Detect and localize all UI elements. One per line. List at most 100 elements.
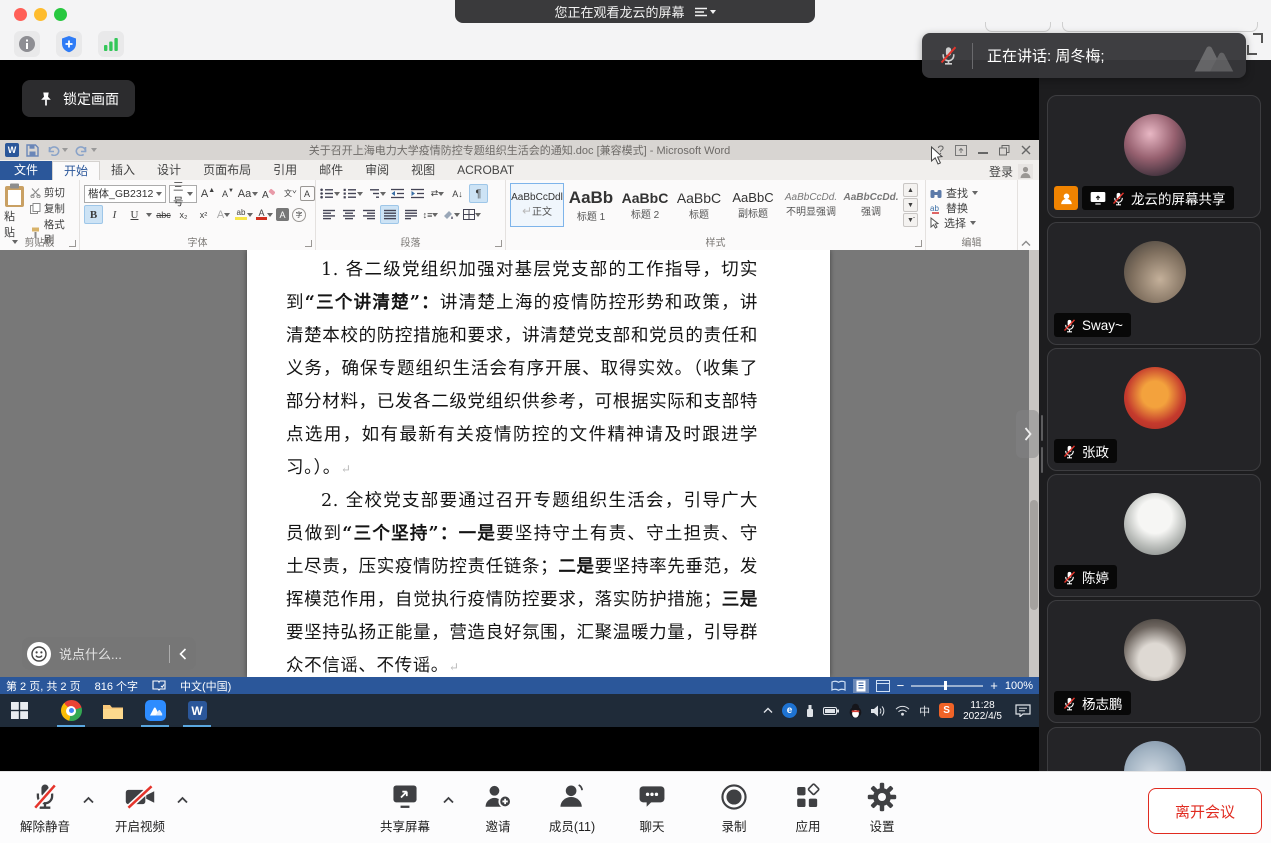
superscript-button[interactable]: x² (195, 206, 212, 223)
participant-tile[interactable]: Sway~ (1047, 222, 1261, 345)
subscript-button[interactable]: x₂ (175, 206, 192, 223)
redo-icon[interactable] (75, 144, 97, 156)
zoom-out-button[interactable]: − (897, 678, 905, 693)
z oom-slider-thumb[interactable] (944, 681, 947, 690)
network-quality-button[interactable] (98, 31, 124, 57)
read-mode-button[interactable] (831, 680, 846, 692)
style-subtle-emphasis[interactable]: AaBbCcDd.不明显强调 (780, 183, 842, 227)
style-heading1[interactable]: AaBb标题 1 (564, 183, 618, 227)
style-title[interactable]: AaBbC标题 (672, 183, 726, 227)
collapse-chat-icon[interactable] (170, 648, 196, 660)
tray-usb-icon[interactable] (806, 704, 814, 718)
character-border-button[interactable]: A (300, 186, 315, 201)
highlight-color-button[interactable]: ab (235, 206, 253, 223)
expand-panel-icon[interactable] (1247, 33, 1263, 55)
restore-button[interactable] (999, 145, 1010, 156)
vertical-scrollbar[interactable] (1029, 250, 1039, 677)
tab-page-layout[interactable]: 页面布局 (192, 161, 262, 180)
undo-icon[interactable] (46, 144, 68, 156)
start-video-button[interactable]: 开启视频 (102, 781, 178, 835)
tray-expand-icon[interactable] (763, 707, 773, 714)
emoji-button[interactable] (27, 642, 51, 666)
bold-button[interactable]: B (84, 205, 103, 224)
tab-insert[interactable]: 插入 (100, 161, 146, 180)
tray-qq-icon[interactable] (849, 703, 862, 718)
change-case-button[interactable]: Aa (240, 185, 257, 202)
font-name-select[interactable]: 楷体_GB2312 (84, 185, 166, 203)
tray-battery-icon[interactable] (823, 706, 840, 716)
security-shield-button[interactable] (56, 31, 82, 57)
enclose-characters-button[interactable]: 字 (292, 208, 306, 222)
tray-speaker-icon[interactable] (871, 705, 886, 717)
ribbon-display-options-button[interactable] (955, 145, 967, 156)
panel-toggle-tab[interactable] (1016, 410, 1039, 458)
tab-home[interactable]: 开始 (52, 161, 100, 180)
strikethrough-button[interactable]: abc (155, 206, 172, 223)
leave-meeting-button[interactable]: 离开会议 (1148, 788, 1262, 834)
minimize-button[interactable] (978, 152, 988, 154)
styles-scroll-up-button[interactable]: ▲ (903, 183, 918, 197)
phonetic-guide-button[interactable]: 文̌ (280, 185, 297, 202)
align-left-button[interactable] (320, 206, 337, 223)
style-subtitle[interactable]: AaBbC副标题 (726, 183, 780, 227)
watching-screen-banner[interactable]: 您正在观看龙云的屏幕 (455, 0, 815, 23)
lock-view-button[interactable]: 锁定画面 (22, 80, 135, 117)
asian-layout-button[interactable]: ⇄ (429, 185, 446, 202)
find-button[interactable]: 查找 (930, 185, 1013, 200)
taskbar-meeting-icon[interactable] (136, 694, 174, 727)
taskbar-chrome-icon[interactable] (52, 694, 90, 727)
taskbar-word-icon[interactable]: W (178, 694, 216, 727)
tab-file[interactable]: 文件 (0, 161, 52, 180)
members-button[interactable]: 成员(11) (534, 781, 610, 835)
tray-eset-icon[interactable]: e (782, 703, 797, 718)
tray-ime-indicator[interactable]: 中 (919, 703, 930, 719)
account-avatar-icon[interactable] (1018, 164, 1033, 179)
invite-button[interactable]: 邀请 (460, 781, 536, 835)
panel-scrollbar[interactable] (1041, 415, 1043, 441)
participant-tile[interactable]: 张政 (1047, 348, 1261, 471)
collapse-ribbon-button[interactable] (1021, 240, 1031, 247)
align-center-button[interactable] (340, 206, 357, 223)
clear-formatting-button[interactable]: A (260, 185, 277, 202)
copy-button[interactable]: 复制 (30, 201, 75, 216)
line-spacing-button[interactable]: ↕≡ (422, 206, 439, 223)
align-right-button[interactable] (360, 206, 377, 223)
proofing-icon[interactable] (152, 680, 166, 691)
select-button[interactable]: 选择 (930, 215, 1013, 230)
tab-acrobat[interactable]: ACROBAT (446, 161, 525, 180)
tab-design[interactable]: 设计 (146, 161, 192, 180)
share-screen-button[interactable]: 共享屏幕 (367, 781, 443, 835)
font-size-select[interactable]: 三号 (169, 185, 197, 203)
bullets-button[interactable] (320, 185, 340, 202)
mic-options-chevron[interactable] (82, 796, 95, 804)
word-count[interactable]: 816 个字 (95, 678, 138, 694)
start-button[interactable] (0, 694, 38, 727)
close-button[interactable] (1021, 145, 1031, 155)
style-heading2[interactable]: AaBbC标题 2 (618, 183, 672, 227)
zoom-level[interactable]: 100% (1005, 680, 1033, 692)
participant-tile[interactable]: 杨志鹏 (1047, 600, 1261, 723)
style-normal[interactable]: AaBbCcDdl↵正文 (510, 183, 564, 227)
distribute-button[interactable] (402, 206, 419, 223)
styles-scroll-down-button[interactable]: ▼ (903, 198, 918, 212)
video-options-chevron[interactable] (176, 796, 189, 804)
zoom-in-button[interactable]: + (990, 678, 998, 693)
banner-menu-icon[interactable] (695, 7, 716, 17)
word-title-bar[interactable]: W 关于召开上海电力大学疫情防控专题组织生活会的通知.doc [兼容模式] - … (0, 140, 1039, 160)
action-center-icon[interactable] (1015, 704, 1031, 717)
meeting-info-button[interactable] (14, 31, 40, 57)
text-effects-button[interactable]: A (215, 206, 232, 223)
show-hide-marks-button[interactable]: ¶ (469, 184, 488, 203)
zoom-slider[interactable] (911, 681, 983, 690)
shrink-font-button[interactable]: A▼ (220, 185, 237, 202)
numbering-button[interactable] (343, 185, 363, 202)
unmute-button[interactable]: 解除静音 (7, 781, 83, 835)
scrollbar-thumb[interactable] (1030, 500, 1038, 610)
participant-tile[interactable]: 陈婷 (1047, 474, 1261, 597)
settings-button[interactable]: 设置 (844, 781, 920, 835)
tab-review[interactable]: 审阅 (354, 161, 400, 180)
underline-button[interactable]: U (126, 206, 143, 223)
borders-button[interactable] (463, 206, 481, 223)
styles-more-button[interactable]: ▼̄ (903, 213, 918, 227)
grow-font-button[interactable]: A▲ (200, 185, 217, 202)
